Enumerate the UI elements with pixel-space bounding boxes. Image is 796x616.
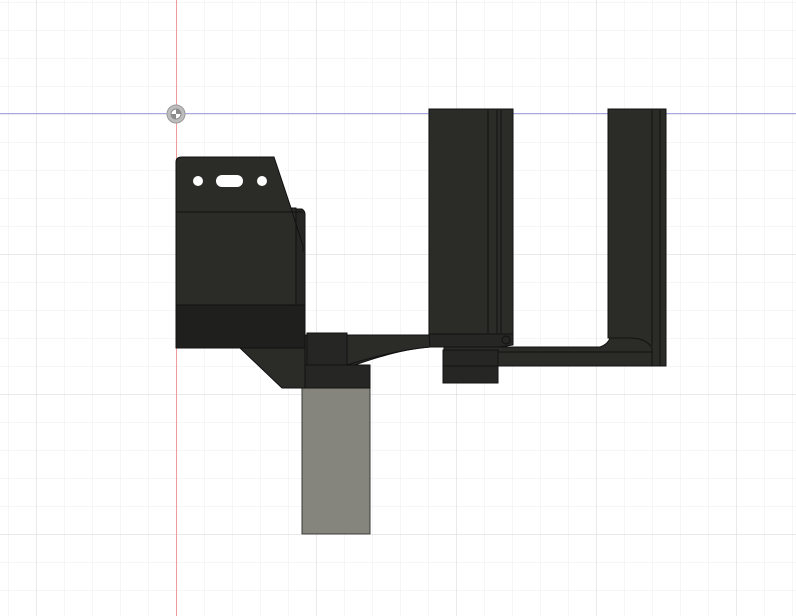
origin-point-icon[interactable] [166, 104, 186, 124]
major-grid [0, 0, 796, 616]
fork-post-left[interactable] [428, 108, 514, 348]
cad-viewport[interactable] [0, 0, 796, 616]
scene-canvas[interactable] [0, 0, 796, 616]
mount-hole-right-icon [257, 176, 267, 186]
mount-hole-left-icon [193, 176, 203, 186]
fork-post-right[interactable] [607, 108, 667, 367]
shaft-block[interactable] [301, 387, 371, 535]
mount-slot-icon [216, 175, 243, 187]
